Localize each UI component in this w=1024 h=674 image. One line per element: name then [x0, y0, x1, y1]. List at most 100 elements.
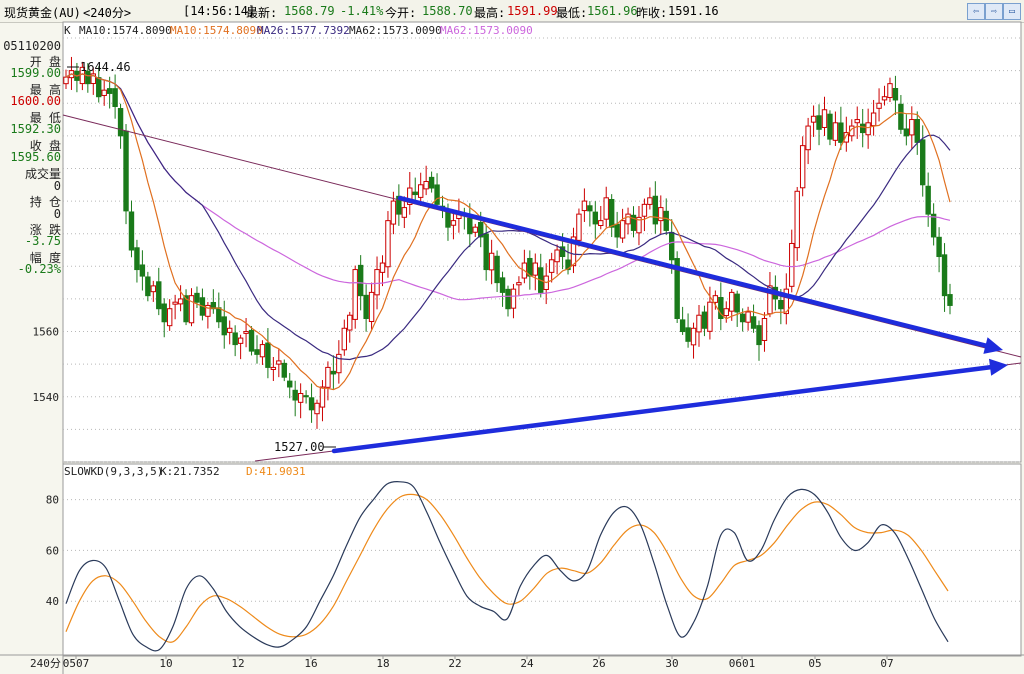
candle-up	[237, 337, 244, 344]
candle-down	[505, 288, 511, 310]
candle-up	[352, 269, 358, 320]
candle-up	[319, 386, 326, 408]
candle-up	[761, 317, 768, 341]
candle-down	[308, 397, 315, 411]
candle-down	[838, 122, 844, 143]
candle-down	[903, 128, 910, 137]
candle-up	[379, 262, 386, 273]
candle-up	[854, 119, 860, 124]
candle-down	[494, 255, 500, 284]
candle-down	[428, 176, 435, 189]
candle-up	[172, 301, 178, 305]
candle-down	[947, 294, 953, 306]
candle-up	[227, 327, 233, 333]
candle-up	[641, 203, 648, 217]
price-legend-item: MA62:1573.0090	[349, 24, 442, 37]
chart-canvas[interactable]: 1540 1560 40 60 80 1644.46 1527.00 K MA10:1574.8…	[0, 0, 1024, 674]
kd-tick-label: 80	[46, 494, 59, 507]
period-label: 240分	[30, 657, 61, 670]
kd-k-label: K:21.7352	[160, 465, 220, 478]
candle-down	[123, 130, 129, 212]
candle-down	[194, 292, 200, 303]
candle-up	[423, 181, 429, 190]
candle-down	[941, 254, 948, 297]
candle-down	[254, 349, 260, 355]
candle-up	[865, 122, 871, 136]
candle-down	[303, 395, 309, 398]
candle-down	[652, 195, 659, 225]
candle-down	[330, 370, 337, 375]
candle-up	[472, 226, 478, 233]
candle-down	[221, 316, 227, 336]
candle-up	[729, 291, 735, 312]
price-panel-frame	[62, 21, 1022, 463]
candle-up	[789, 242, 795, 287]
candle-up	[576, 213, 582, 241]
candle-down	[756, 325, 762, 346]
candle-down	[357, 264, 364, 297]
candle-up	[166, 308, 173, 327]
candle-up	[341, 327, 347, 351]
candle-down	[112, 88, 118, 107]
candle-down	[859, 123, 866, 134]
candle-down	[156, 281, 162, 310]
kd-tick-label: 40	[46, 595, 59, 608]
candle-up	[270, 366, 277, 370]
candle-up	[647, 197, 653, 205]
candle-down	[106, 88, 113, 94]
candle-down	[445, 211, 451, 228]
candle-down	[920, 139, 926, 186]
candle-up	[417, 184, 424, 198]
price-tick-label: 1560	[33, 326, 60, 339]
candle-up	[532, 262, 538, 276]
candle-up	[876, 102, 882, 109]
candle-up	[745, 311, 751, 323]
candle-down	[925, 185, 931, 215]
candle-down	[287, 380, 293, 388]
candle-up	[799, 145, 806, 189]
candle-up	[63, 76, 69, 85]
candle-down	[412, 191, 418, 196]
candle-up	[276, 360, 282, 365]
kd-d-label: D:41.9031	[246, 465, 306, 478]
candle-up	[690, 327, 697, 346]
candle-down	[663, 210, 669, 231]
candle-up	[510, 288, 517, 309]
candle-up	[696, 314, 702, 333]
candle-up	[598, 220, 604, 226]
candle-up	[297, 393, 304, 403]
candle-down	[827, 113, 833, 140]
candle-up	[450, 220, 457, 226]
candle-up	[368, 291, 375, 323]
price-legend-item: MA10:1574.8090	[170, 24, 263, 37]
candle-down	[139, 264, 146, 277]
candle-up	[177, 298, 184, 305]
candle-down	[739, 313, 746, 323]
candle-down	[778, 300, 784, 310]
candle-up	[625, 213, 631, 225]
candle-up	[243, 331, 249, 334]
candle-down	[669, 231, 675, 261]
candle-down	[592, 211, 599, 225]
candle-down	[587, 205, 593, 212]
price-tick-label: 1540	[33, 391, 60, 404]
price-legend-item: MA10:1574.8090	[79, 24, 172, 37]
candle-down	[134, 247, 140, 271]
candle-up	[548, 259, 555, 273]
candle-down	[96, 77, 102, 98]
candle-down	[614, 223, 620, 238]
candle-up	[150, 285, 157, 293]
candle-up	[488, 252, 495, 271]
candle-down	[701, 311, 708, 329]
price-legend-item: MA62:1573.0090	[440, 24, 533, 37]
kd-title: SLOWKD(9,3,3,5)	[64, 465, 163, 478]
candle-up	[259, 344, 266, 358]
candle-down	[281, 362, 287, 378]
candle-down	[232, 332, 238, 346]
candle-up	[707, 301, 713, 332]
candle-down	[363, 294, 369, 319]
candle-up	[516, 282, 522, 286]
candle-down	[216, 307, 222, 323]
candle-up	[347, 314, 353, 331]
candle-up	[401, 207, 408, 218]
